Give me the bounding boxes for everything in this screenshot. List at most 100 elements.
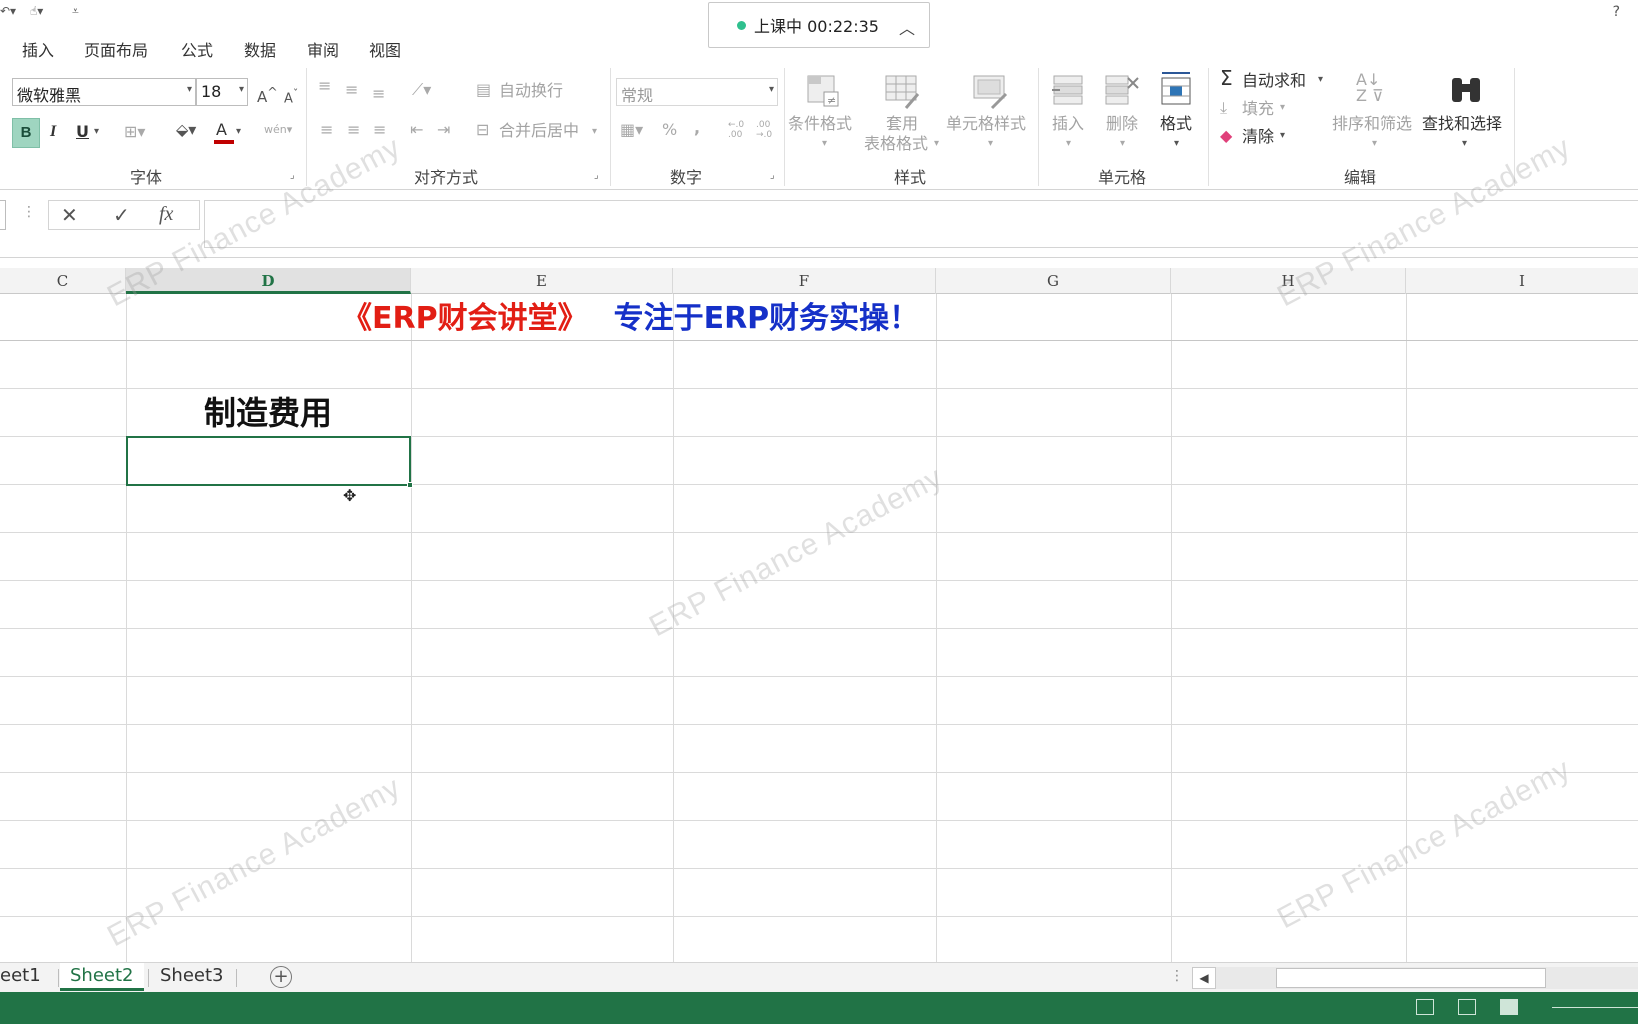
align-center-icon[interactable]: ≡ xyxy=(347,120,360,140)
format-table-line2[interactable]: 表格格式 xyxy=(864,134,928,154)
sheet-tab-1[interactable]: eet1 xyxy=(0,963,51,991)
align-top-icon[interactable]: ≡ xyxy=(318,76,331,96)
cancel-icon[interactable]: ✕ xyxy=(61,203,78,227)
format-cells-button[interactable]: 格式 xyxy=(1160,114,1192,134)
tab-formulas[interactable]: 公式 xyxy=(181,37,213,61)
banner-cell[interactable]: 《ERP财会讲堂》 专注于ERP财务实操！ xyxy=(342,300,919,338)
column-header-f[interactable]: F xyxy=(673,268,936,294)
group-divider xyxy=(1514,68,1515,186)
tab-view[interactable]: 视图 xyxy=(369,37,401,61)
orientation-icon[interactable]: ⟋▾ xyxy=(412,80,431,100)
align-bottom-icon[interactable]: ≡ xyxy=(372,84,385,104)
fill-dropdown-icon[interactable]: ▾ xyxy=(1280,98,1285,118)
merge-dropdown-icon[interactable]: ▾ xyxy=(592,122,597,142)
fill-button[interactable]: 填充 xyxy=(1242,99,1274,119)
scroll-thumb[interactable] xyxy=(1276,968,1546,988)
tab-data[interactable]: 数据 xyxy=(244,37,276,61)
clear-button[interactable]: 清除 xyxy=(1242,127,1274,147)
align-middle-icon[interactable]: ≡ xyxy=(345,80,358,100)
table-format-dropdown-icon[interactable]: ▾ xyxy=(934,134,939,154)
sheet-tab-2[interactable]: Sheet2 xyxy=(60,963,144,991)
grow-font-button[interactable]: A^ xyxy=(257,82,278,107)
column-header-g[interactable]: G xyxy=(936,268,1171,294)
gridline xyxy=(0,916,1638,917)
column-header-c[interactable]: C xyxy=(0,268,126,294)
cond-dropdown-icon[interactable]: ▾ xyxy=(822,134,827,154)
tab-page-layout[interactable]: 页面布局 xyxy=(84,37,148,61)
insert-function-icon[interactable]: fx xyxy=(159,203,173,226)
increase-decimal-button[interactable]: ←.0 .00 xyxy=(728,120,748,140)
accounting-format-icon[interactable]: ▦▾ xyxy=(620,120,643,140)
fill-color-icon[interactable]: ⬙▾ xyxy=(176,120,196,140)
fill-handle[interactable] xyxy=(407,482,413,488)
name-box[interactable] xyxy=(0,200,6,230)
wrap-text-icon: ▤ xyxy=(476,80,492,99)
font-color-dropdown-icon[interactable]: ▾ xyxy=(236,122,241,142)
help-button[interactable]: ? xyxy=(1613,4,1620,20)
font-color-button[interactable]: A xyxy=(216,120,227,140)
tab-review[interactable]: 审阅 xyxy=(307,37,339,61)
splitter-grip-icon[interactable]: ⋮ xyxy=(1170,968,1184,984)
bold-button[interactable]: B xyxy=(12,118,40,148)
page-break-view-icon[interactable] xyxy=(1500,999,1518,1015)
conditional-formatting-button[interactable]: 条件格式 xyxy=(788,114,852,134)
find-select-button[interactable]: 查找和选择 xyxy=(1422,114,1502,134)
font-size-combo[interactable]: 18 ▾ xyxy=(196,78,248,106)
column-header-i[interactable]: I xyxy=(1406,268,1638,294)
phonetic-guide-icon[interactable]: wén▾ xyxy=(264,120,292,140)
sort-dropdown-icon[interactable]: ▾ xyxy=(1372,134,1377,154)
insert-cells-button[interactable]: 插入 xyxy=(1052,114,1084,134)
sort-filter-button[interactable]: 排序和筛选 xyxy=(1332,114,1412,134)
delete-dropdown-icon[interactable]: ▾ xyxy=(1120,134,1125,154)
delete-cells-button[interactable]: 删除 xyxy=(1106,114,1138,134)
selected-cell[interactable] xyxy=(126,436,413,488)
scroll-left-icon[interactable]: ◀ xyxy=(1192,967,1216,989)
heading-cell[interactable]: 制造费用 xyxy=(126,392,410,434)
enter-icon[interactable]: ✓ xyxy=(113,203,130,227)
column-header-h[interactable]: H xyxy=(1171,268,1406,294)
cell-styles-dropdown-icon[interactable]: ▾ xyxy=(988,134,993,154)
touch-mode-icon[interactable]: ☝▾ xyxy=(30,4,43,18)
format-table-line1[interactable]: 套用 xyxy=(886,114,918,134)
column-headers: C D E F G H I xyxy=(0,268,1638,294)
autosum-dropdown-icon[interactable]: ▾ xyxy=(1318,70,1323,90)
font-dialog-launcher-icon[interactable]: ⌟ xyxy=(290,170,295,181)
format-dropdown-icon[interactable]: ▾ xyxy=(1174,134,1179,154)
autosum-button[interactable]: 自动求和 xyxy=(1242,71,1306,91)
customize-qat-icon[interactable]: ⩡ xyxy=(72,4,79,19)
gridline xyxy=(0,388,1638,389)
shrink-font-button[interactable]: Aˇ xyxy=(284,84,298,109)
increase-indent-icon[interactable]: ⇥ xyxy=(437,120,450,140)
page-layout-view-icon[interactable] xyxy=(1458,999,1476,1015)
undo-icon[interactable]: ↶▾ xyxy=(0,4,16,18)
add-sheet-icon[interactable]: + xyxy=(270,966,292,988)
italic-button[interactable]: I xyxy=(50,122,56,142)
percent-button[interactable]: % xyxy=(662,120,677,140)
insert-dropdown-icon[interactable]: ▾ xyxy=(1066,134,1071,154)
find-dropdown-icon[interactable]: ▾ xyxy=(1462,134,1467,154)
number-format-combo[interactable]: 常规 ▾ xyxy=(616,78,778,106)
underline-dropdown-icon[interactable]: ▾ xyxy=(94,122,99,142)
tab-insert[interactable]: 插入 xyxy=(22,37,54,61)
borders-icon[interactable]: ⊞▾ xyxy=(124,122,145,142)
column-header-e[interactable]: E xyxy=(411,268,673,294)
merge-center-button[interactable]: 合并后居中 xyxy=(499,121,579,141)
align-left-icon[interactable]: ≡ xyxy=(320,120,333,140)
font-name-combo[interactable]: 微软雅黑 ▾ xyxy=(12,78,196,106)
decrease-decimal-button[interactable]: .00 →.0 xyxy=(756,120,776,140)
decrease-indent-icon[interactable]: ⇤ xyxy=(410,120,423,140)
align-right-icon[interactable]: ≡ xyxy=(373,120,386,140)
alignment-dialog-launcher-icon[interactable]: ⌟ xyxy=(594,170,599,181)
cell-styles-button[interactable]: 单元格样式 xyxy=(946,114,1026,134)
normal-view-icon[interactable] xyxy=(1416,999,1434,1015)
comma-style-button[interactable]: , xyxy=(694,118,700,138)
underline-button[interactable]: U xyxy=(76,122,89,142)
formula-input[interactable] xyxy=(204,200,1638,248)
zoom-slider[interactable] xyxy=(1552,1007,1638,1008)
number-dialog-launcher-icon[interactable]: ⌟ xyxy=(770,170,775,181)
wrap-text-button[interactable]: 自动换行 xyxy=(499,81,563,101)
column-header-d[interactable]: D xyxy=(126,268,411,294)
collapse-chevron-icon[interactable]: ︿ xyxy=(899,15,915,39)
clear-dropdown-icon[interactable]: ▾ xyxy=(1280,126,1285,146)
sheet-tab-3[interactable]: Sheet3 xyxy=(150,963,234,991)
